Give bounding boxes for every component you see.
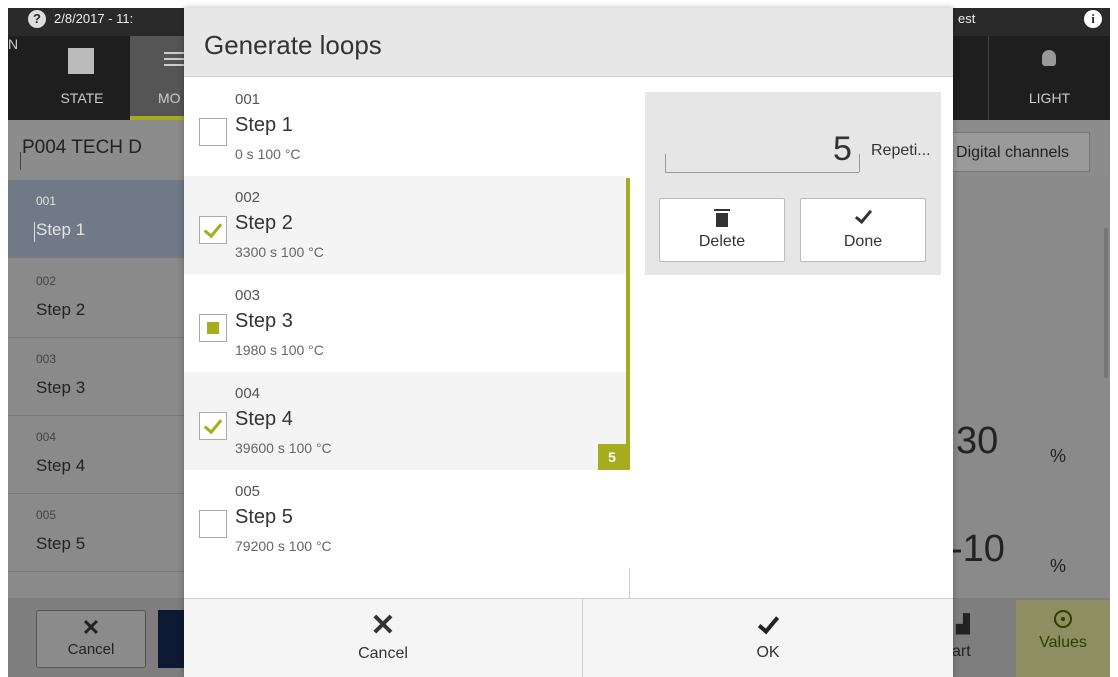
- step-name: Step 5: [235, 506, 293, 528]
- step-name: Step 4: [235, 408, 293, 430]
- repetitions-field-edge: [665, 154, 666, 172]
- dialog-footer: ✕ Cancel OK: [184, 598, 953, 677]
- screen-border: [0, 0, 8, 677]
- step-number: 004: [235, 385, 261, 402]
- delete-button[interactable]: Delete: [659, 198, 785, 262]
- text-cursor: [34, 222, 35, 242]
- step-number: 003: [235, 287, 261, 304]
- ok-button[interactable]: OK: [583, 599, 953, 677]
- step-number: 001: [36, 194, 57, 208]
- scrollbar[interactable]: [1104, 228, 1108, 378]
- step-checkbox[interactable]: [199, 314, 227, 342]
- step-number: 003: [36, 352, 57, 366]
- chart-tab-label: art: [952, 643, 971, 660]
- loop-range-bar: [626, 178, 630, 470]
- background-step-row[interactable]: 001 Step 1: [8, 180, 184, 258]
- list-item[interactable]: 003 Step 3 1980 s 100 °C: [184, 274, 630, 372]
- program-name-cursor: [20, 152, 21, 170]
- info-icon[interactable]: i: [1084, 10, 1102, 28]
- dialog-header: Generate loops: [184, 8, 953, 77]
- background-dark-button[interactable]: [158, 610, 184, 668]
- step-detail: 79200 s 100 °C: [235, 538, 332, 554]
- background-step-row[interactable]: 004 Step 4: [8, 416, 184, 494]
- ok-button-label: OK: [756, 644, 780, 661]
- list-item[interactable]: 001 Step 1 0 s 100 °C: [184, 78, 630, 176]
- cancel-button[interactable]: ✕ Cancel: [184, 599, 583, 677]
- setpoint-value[interactable]: -10: [950, 528, 1005, 571]
- step-checkbox[interactable]: [199, 510, 227, 538]
- values-tab[interactable]: Values: [1016, 600, 1110, 677]
- list-item[interactable]: 004 Step 4 39600 s 100 °C: [184, 372, 630, 470]
- status-text: est: [958, 11, 976, 26]
- setpoint-unit: %: [1050, 556, 1067, 576]
- program-name[interactable]: P004 TECH D: [22, 137, 142, 159]
- step-name: Step 5: [36, 534, 86, 553]
- background-step-row[interactable]: 005 Step 5: [8, 494, 184, 572]
- step-name: Step 3: [235, 310, 293, 332]
- values-tab-label: Values: [1039, 634, 1087, 651]
- cancel-button-label: Cancel: [358, 645, 408, 662]
- chart-icon: ▟: [956, 614, 970, 634]
- background-step-row[interactable]: 003 Step 3: [8, 338, 184, 416]
- delete-button-label: Delete: [698, 233, 746, 250]
- loop-count-badge: 5: [598, 444, 626, 470]
- nav-tab-light[interactable]: LIGHT: [988, 36, 1110, 120]
- step-checkbox[interactable]: [199, 412, 227, 440]
- step-number: 004: [36, 430, 57, 444]
- help-icon[interactable]: ?: [28, 10, 46, 28]
- step-name: Step 4: [36, 456, 86, 475]
- close-icon: ✕: [370, 609, 396, 642]
- step-name: Step 1: [235, 114, 293, 136]
- step-number: 001: [235, 91, 261, 108]
- nav-tab-state[interactable]: STATE: [32, 36, 132, 120]
- repetitions-value[interactable]: 5: [833, 130, 852, 169]
- stop-icon: [68, 48, 94, 74]
- check-icon: [854, 205, 872, 225]
- done-button[interactable]: Done: [800, 198, 926, 262]
- step-name: Step 2: [36, 300, 86, 319]
- step-detail: 39600 s 100 °C: [235, 440, 332, 456]
- background-cancel-button[interactable]: ✕ Cancel: [36, 610, 146, 668]
- step-name: Step 3: [36, 378, 86, 397]
- gauge-icon: [1054, 610, 1072, 628]
- screen-border: [1110, 0, 1118, 677]
- datetime: 2/8/2017 - 11:: [54, 11, 134, 26]
- step-detail: 3300 s 100 °C: [235, 244, 324, 260]
- step-detail: 1980 s 100 °C: [235, 342, 324, 358]
- repetitions-field-underline: [665, 172, 859, 173]
- dialog-title: Generate loops: [204, 30, 382, 60]
- repetitions-label: Repeti...: [871, 142, 931, 159]
- generate-loops-dialog: Generate loops 001 Step 1 0 s 100 °C 002…: [184, 8, 953, 677]
- repetitions-field-edge: [859, 154, 860, 172]
- bulb-icon: [1042, 50, 1056, 66]
- digital-channels-button[interactable]: Digital channels: [940, 132, 1090, 172]
- step-number: 005: [235, 483, 261, 500]
- step-number: 002: [36, 274, 57, 288]
- list-item[interactable]: 002 Step 2 3300 s 100 °C: [184, 176, 630, 274]
- trash-icon: [714, 209, 730, 227]
- done-button-label: Done: [843, 233, 883, 250]
- chart-tab[interactable]: ▟ art: [952, 612, 1014, 672]
- setpoint-value[interactable]: 30: [956, 420, 998, 463]
- step-number: 002: [235, 189, 261, 206]
- step-checkbox[interactable]: [199, 216, 227, 244]
- step-name: Step 2: [235, 212, 293, 234]
- nav-tab-fragment[interactable]: N: [8, 36, 18, 120]
- step-detail: 0 s 100 °C: [235, 146, 301, 162]
- background-step-list: 001 Step 1 002 Step 2 003 Step 3 004 Ste…: [8, 180, 184, 572]
- nav-tab-state-label: STATE: [60, 90, 104, 106]
- sliders-icon: [164, 52, 184, 54]
- nav-tab-light-label: LIGHT: [1028, 90, 1071, 106]
- background-step-row[interactable]: 002 Step 2: [8, 260, 184, 338]
- step-checkbox[interactable]: [199, 118, 227, 146]
- close-icon: ✕: [81, 615, 101, 640]
- list-item[interactable]: 005 Step 5 79200 s 100 °C: [184, 470, 630, 568]
- loop-settings-panel: 5 Repeti... Delete Done: [645, 92, 941, 275]
- check-icon: [757, 611, 779, 635]
- background-cancel-label: Cancel: [67, 641, 115, 658]
- step-number: 005: [36, 508, 57, 522]
- step-name: Step 1: [36, 220, 86, 239]
- step-list: 001 Step 1 0 s 100 °C 002 Step 2 3300 s …: [184, 78, 630, 598]
- setpoint-unit: %: [1050, 446, 1067, 466]
